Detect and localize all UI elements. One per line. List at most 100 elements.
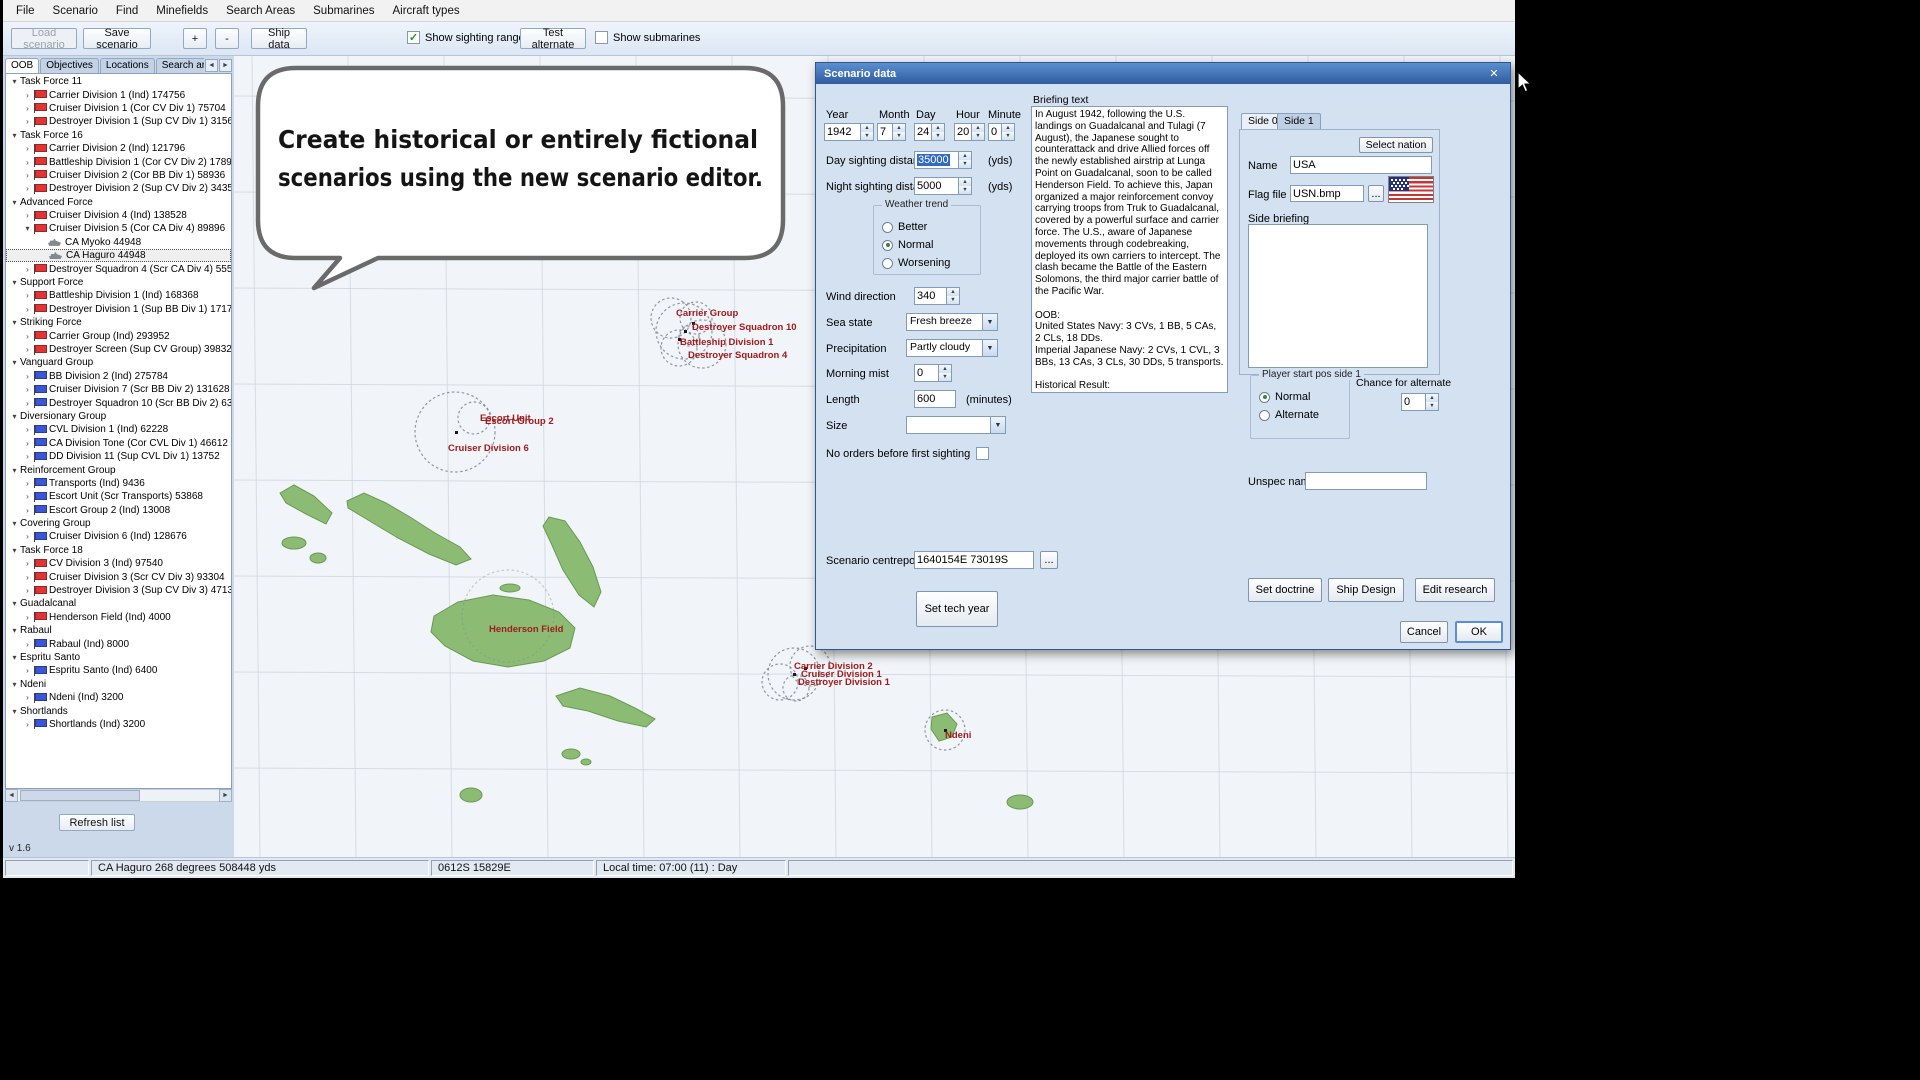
tree-group-row[interactable]: ▾Task Force 11: [6, 75, 231, 88]
centrepoint-input[interactable]: [914, 551, 1034, 569]
tree-item-row[interactable]: ›Transports (Ind) 9436: [6, 477, 231, 490]
tab-scroll-left-icon[interactable]: ◄: [205, 59, 218, 72]
size-select[interactable]: ▼: [906, 416, 1006, 434]
tab-side-1[interactable]: Side 1: [1277, 113, 1321, 129]
expander-icon[interactable]: ›: [22, 91, 33, 100]
tree-horizontal-scrollbar[interactable]: ◄ ►: [5, 789, 232, 802]
tree-item-row[interactable]: ›Rabaul (Ind) 8000: [6, 637, 231, 650]
map-unit-label[interactable]: Escort Group 2: [485, 416, 554, 427]
expander-icon[interactable]: ›: [22, 171, 33, 180]
tree-item-row[interactable]: ›Cruiser Division 7 (Scr BB Div 2) 13162…: [6, 383, 231, 396]
map-unit-label[interactable]: Destroyer Squadron 4: [688, 350, 787, 361]
tree-item-row[interactable]: ›CA Division Tone (Cor CVL Div 1) 46612: [6, 437, 231, 450]
day-stepper[interactable]: ▲▼: [914, 123, 945, 141]
weather-worsening-radio[interactable]: Worsening: [882, 254, 974, 272]
expander-icon[interactable]: ›: [22, 291, 33, 300]
spinner-arrows-icon[interactable]: ▲▼: [893, 123, 906, 141]
expander-icon[interactable]: ›: [22, 144, 33, 153]
tree-item-row[interactable]: ›Destroyer Squadron 10 (Scr BB Div 2) 63…: [6, 396, 231, 409]
menu-item-file[interactable]: File: [7, 2, 44, 20]
tree-item-row[interactable]: ›Cruiser Division 6 (Ind) 128676: [6, 530, 231, 543]
chevron-down-icon[interactable]: ▼: [982, 340, 997, 356]
tree-item-row[interactable]: ›Destroyer Division 3 (Sup CV Div 3) 471…: [6, 584, 231, 597]
map-unit-label[interactable]: Carrier Group: [676, 308, 738, 319]
expander-icon[interactable]: ›: [22, 693, 33, 702]
expander-icon[interactable]: ▾: [22, 224, 33, 233]
chance-stepper[interactable]: ▲▼: [1401, 393, 1439, 411]
save-scenario-button[interactable]: Save scenario: [83, 28, 151, 49]
tree-group-row[interactable]: ▾Support Force: [6, 276, 231, 289]
expander-icon[interactable]: ▾: [9, 318, 20, 327]
tree-item-row[interactable]: ›Cruiser Division 4 (Ind) 138528: [6, 209, 231, 222]
expander-icon[interactable]: ▾: [9, 546, 20, 555]
expander-icon[interactable]: ▾: [9, 519, 20, 528]
tree-item-row[interactable]: ›Destroyer Division 2 (Sup CV Div 2) 343…: [6, 182, 231, 195]
month-stepper[interactable]: ▲▼: [877, 123, 906, 141]
day-sighting-input[interactable]: 35000: [914, 151, 959, 169]
month-input[interactable]: [877, 123, 893, 141]
hour-stepper[interactable]: ▲▼: [954, 123, 985, 141]
tree-item-row[interactable]: ›Escort Group 2 (Ind) 13008: [6, 504, 231, 517]
precipitation-select[interactable]: Partly cloudy ▼: [906, 339, 998, 357]
tree-item-row[interactable]: ›Destroyer Division 1 (Sup BB Div 1) 171…: [6, 303, 231, 316]
spinner-arrows-icon[interactable]: ▲▼: [1426, 393, 1439, 411]
tree-item-row[interactable]: ›Destroyer Squadron 4 (Scr CA Div 4) 555…: [6, 262, 231, 275]
set-tech-year-button[interactable]: Set tech year: [916, 591, 998, 627]
expander-icon[interactable]: ›: [22, 117, 33, 126]
night-sighting-input[interactable]: [914, 177, 959, 195]
set-doctrine-button[interactable]: Set doctrine: [1248, 578, 1322, 602]
chevron-down-icon[interactable]: ▼: [990, 417, 1005, 433]
zoom-in-button[interactable]: +: [183, 28, 207, 49]
show-submarines-checkbox[interactable]: Show submarines: [595, 31, 700, 44]
menu-item-aircraft-types[interactable]: Aircraft types: [384, 2, 469, 20]
expander-icon[interactable]: ▾: [9, 278, 20, 287]
expander-icon[interactable]: ›: [22, 720, 33, 729]
expander-icon[interactable]: ›: [22, 345, 33, 354]
select-nation-button[interactable]: Select nation: [1359, 137, 1433, 153]
tree-ship-row[interactable]: CA Myoko 44948: [6, 236, 231, 249]
flag-file-input[interactable]: [1290, 185, 1364, 202]
tree-group-row[interactable]: ▾Vanguard Group: [6, 356, 231, 369]
scrollbar-track[interactable]: [18, 789, 219, 802]
menu-item-find[interactable]: Find: [107, 2, 147, 20]
expander-icon[interactable]: ›: [22, 104, 33, 113]
radio-checked-icon[interactable]: [882, 240, 893, 251]
tree-item-row[interactable]: ›Cruiser Division 1 (Cor CV Div 1) 75704: [6, 102, 231, 115]
scroll-right-icon[interactable]: ►: [219, 789, 232, 802]
map-unit-label[interactable]: Ndeni: [945, 730, 971, 741]
tree-item-row[interactable]: ›Espritu Santo (Ind) 6400: [6, 664, 231, 677]
zoom-out-button[interactable]: -: [215, 28, 239, 49]
checkbox-unchecked-icon[interactable]: [595, 31, 608, 44]
menu-item-submarines[interactable]: Submarines: [304, 2, 383, 20]
radio-icon[interactable]: [882, 222, 893, 233]
weather-better-radio[interactable]: Better: [882, 218, 974, 236]
test-alternate-button[interactable]: Test alternate: [520, 28, 586, 49]
expander-icon[interactable]: ›: [22, 613, 33, 622]
radio-icon[interactable]: [1259, 410, 1270, 421]
expander-icon[interactable]: ›: [22, 506, 33, 515]
tree-group-row[interactable]: ▾Rabaul: [6, 624, 231, 637]
sea-state-select[interactable]: Fresh breeze ▼: [906, 313, 998, 331]
tree-item-row[interactable]: ›DD Division 11 (Sup CVL Div 1) 13752: [6, 450, 231, 463]
tree-group-row[interactable]: ▾Guadalcanal: [6, 597, 231, 610]
tree-item-row[interactable]: ›Battleship Division 1 (Cor CV Div 2) 17…: [6, 155, 231, 168]
edit-research-button[interactable]: Edit research: [1415, 578, 1495, 602]
chance-input[interactable]: [1401, 393, 1426, 411]
dialog-titlebar[interactable]: Scenario data ✕: [816, 63, 1510, 84]
minute-stepper[interactable]: ▲▼: [988, 123, 1015, 141]
tree-item-row[interactable]: ›Escort Unit (Scr Transports) 53868: [6, 490, 231, 503]
spinner-arrows-icon[interactable]: ▲▼: [1002, 123, 1015, 141]
expander-icon[interactable]: ›: [22, 425, 33, 434]
start-pos-alternate-radio[interactable]: Alternate: [1259, 406, 1343, 424]
expander-icon[interactable]: ▾: [9, 680, 20, 689]
map-unit-label[interactable]: Henderson Field: [489, 624, 563, 635]
tree-item-row[interactable]: ›Carrier Group (Ind) 293952: [6, 329, 231, 342]
cancel-button[interactable]: Cancel: [1400, 621, 1448, 643]
flag-browse-button[interactable]: ...: [1368, 185, 1384, 202]
ship-design-button[interactable]: Ship Design: [1328, 578, 1404, 602]
map-unit-label[interactable]: Destroyer Division 1: [798, 677, 890, 688]
tree-item-row[interactable]: ›Shortlands (Ind) 3200: [6, 718, 231, 731]
tree-item-row[interactable]: ▾Cruiser Division 5 (Cor CA Div 4) 89896: [6, 222, 231, 235]
tree-ship-row[interactable]: CA Haguro 44948: [6, 249, 231, 262]
expander-icon[interactable]: ›: [22, 573, 33, 582]
